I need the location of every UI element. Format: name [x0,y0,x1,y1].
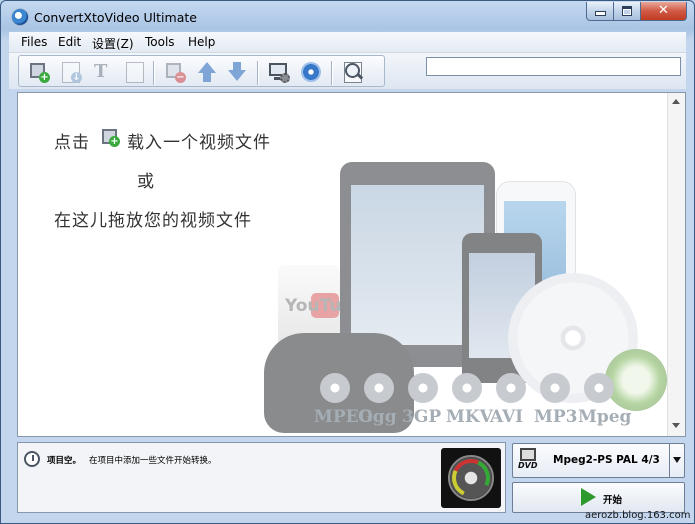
arrow-up-icon [198,62,216,73]
toolbar-separator [331,61,333,85]
format-item: MKV [446,367,493,432]
status-panel: 项目空。 在项目中添加一些文件开始转换。 [17,442,506,513]
add-video-button[interactable]: + [27,60,51,84]
status-title: 项目空。 [47,456,82,466]
hint-load: 载入一个视频文件 [127,133,271,153]
disc-icon [301,62,321,82]
toolbar-separator [257,61,259,85]
hint-drop: 在这儿拖放您的视频文件 [54,211,252,231]
format-strip: MPEG Ogg 3GP MKV AVI MP3 Mpeg [314,367,631,432]
minimize-button[interactable] [586,2,615,21]
plus-icon: + [109,136,120,147]
format-item: MP3 [534,367,577,432]
plus-icon: ↓ [71,72,82,83]
format-item: AVI [490,367,532,432]
move-down-button[interactable] [225,60,249,84]
format-item: Mpeg [578,367,631,432]
maximize-button[interactable] [613,2,641,21]
chapter-icon [126,62,144,83]
title-bar[interactable]: ConvertXtoVideo Ultimate ✕ [1,1,694,31]
maximize-icon [622,6,632,16]
menu-files[interactable]: Files [21,35,47,49]
gear-icon [280,73,290,83]
add-chapter-button[interactable] [123,60,147,84]
hint-or: 或 [137,172,155,192]
clock-icon [24,451,40,467]
format-item: 3GP [402,367,444,432]
menu-help[interactable]: Help [188,35,215,49]
minimize-icon [595,11,606,16]
zoom-button[interactable] [341,60,365,84]
add-video-icon[interactable]: + [99,126,121,148]
remove-button[interactable]: − [163,60,187,84]
toolbar-group: + ↓ T − [18,55,385,87]
toolbar-separator [153,61,155,85]
close-button[interactable]: ✕ [640,2,687,21]
window-title: ConvertXtoVideo Ultimate [34,10,197,25]
chevron-down-icon[interactable] [673,457,681,463]
speed-gauge [441,448,501,508]
output-format-dropdown[interactable]: DVD Mpeg2-PS PAL 4/3 [512,443,685,478]
menu-settings[interactable]: 设置(Z) [92,35,134,52]
file-drop-area[interactable]: YouTube MPEG Ogg 3GP MKV AVI MP3 Mpeg 点击 [17,92,686,437]
menu-bar: Files Edit 设置(Z) Tools Help [9,32,686,53]
start-label: 开始 [603,495,623,506]
add-audio-button[interactable]: ↓ [59,60,83,84]
text-icon: T [94,61,108,82]
hint-click: 点击 [54,133,90,153]
scroll-down-icon[interactable] [672,423,680,428]
start-button[interactable]: 开始 [512,482,685,513]
menu-tools[interactable]: Tools [145,35,175,49]
preview-settings-button[interactable] [267,60,291,84]
output-format-label: Mpeg2-PS PAL 4/3 [553,454,660,466]
app-icon [12,9,28,25]
plus-icon: + [39,72,50,83]
play-icon [581,488,596,506]
scroll-up-icon[interactable] [672,99,680,104]
remove-icon: − [175,72,186,83]
dvd-icon: DVD [518,448,540,472]
add-subtitle-button[interactable]: T [91,60,115,84]
search-input[interactable] [426,57,681,76]
menu-edit[interactable]: Edit [58,35,81,49]
format-item: MPEG [314,367,373,432]
format-item: Ogg [358,367,400,432]
status-message: 在项目中添加一些文件开始转换。 [89,456,217,466]
watermark: aerozb.blog.163.com [585,510,691,521]
vertical-scrollbar[interactable] [667,93,685,436]
arrow-down-icon [228,70,246,81]
move-up-button[interactable] [195,60,219,84]
close-icon: ✕ [658,3,669,18]
burn-button[interactable] [299,60,323,84]
app-window: ConvertXtoVideo Ultimate ✕ Files Edit 设置… [0,0,695,524]
